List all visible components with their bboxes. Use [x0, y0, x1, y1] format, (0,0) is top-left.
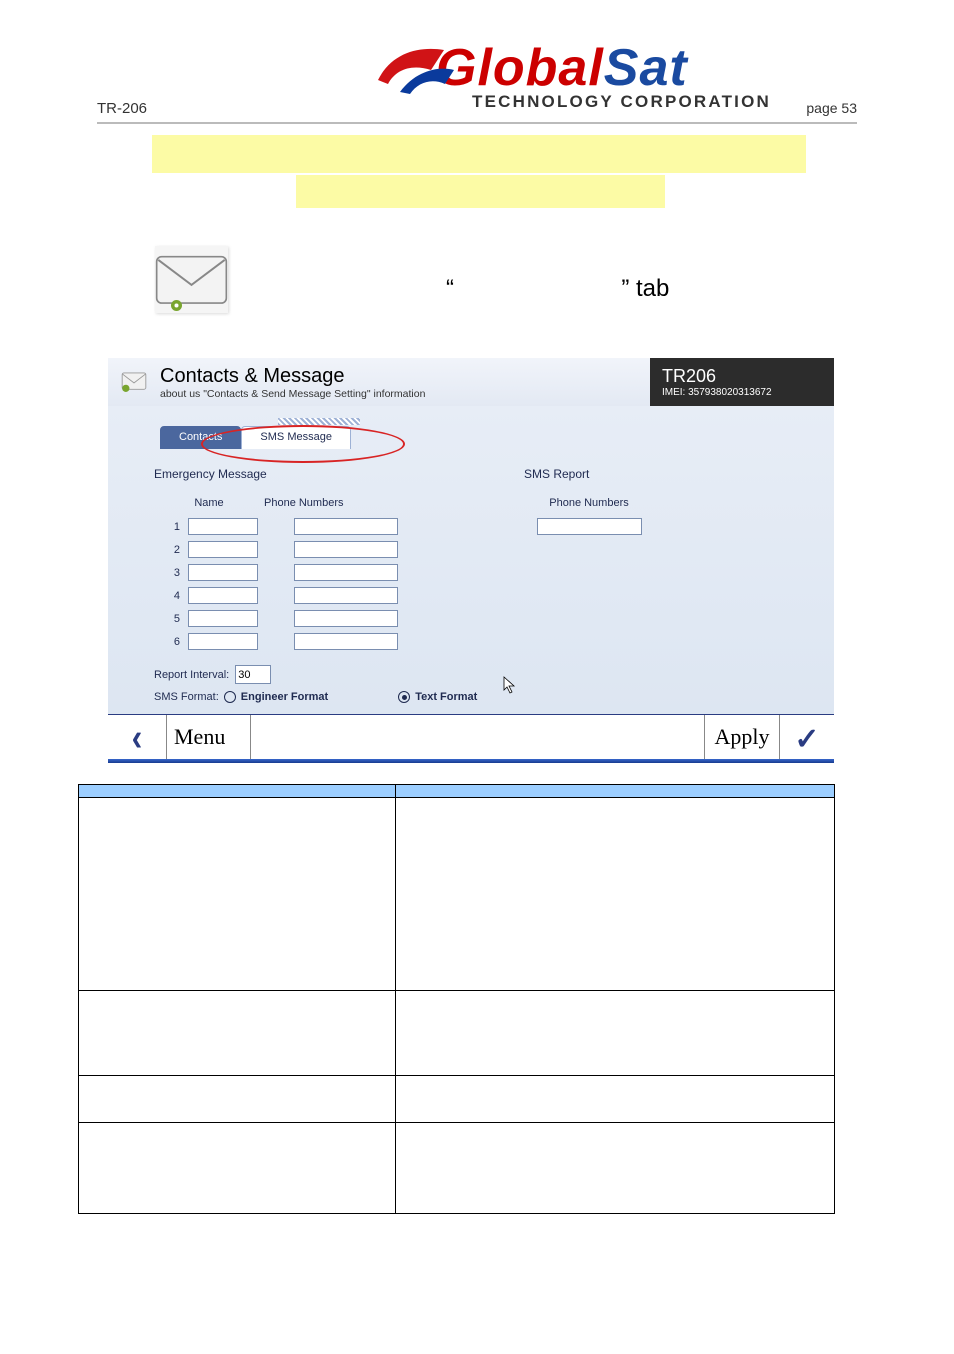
contact-row: 5	[154, 607, 514, 630]
engineer-format-label: Engineer Format	[241, 691, 328, 703]
brand-right-text: Sat	[604, 39, 688, 97]
device-name-label: TR206	[662, 366, 834, 387]
phone-input[interactable]	[294, 610, 398, 627]
contact-rows: 1 2 3	[154, 515, 514, 653]
report-interval-label: Report Interval:	[154, 669, 229, 681]
footer-accent-bar	[108, 759, 834, 763]
name-input[interactable]	[188, 633, 258, 650]
row-number: 1	[154, 521, 180, 533]
contact-row: 6	[154, 630, 514, 653]
highlight-bar	[296, 175, 665, 208]
table-cell	[396, 1123, 835, 1214]
contact-row: 4	[154, 584, 514, 607]
table-cell	[79, 1076, 396, 1123]
tab-hint-text: “ ” tab	[446, 275, 669, 303]
sms-report-phone-input[interactable]	[537, 518, 642, 535]
contact-row: 1	[154, 515, 514, 538]
confirm-button[interactable]: ✓	[780, 715, 834, 759]
phone-input[interactable]	[294, 564, 398, 581]
gear-icon	[169, 298, 184, 313]
table-row	[79, 991, 835, 1076]
screenshot-title: Contacts & Message	[160, 365, 650, 388]
phone-input[interactable]	[294, 541, 398, 558]
sms-report-title: SMS Report	[524, 467, 788, 481]
table-cell	[396, 1076, 835, 1123]
sms-format-label: SMS Format:	[154, 691, 219, 703]
emergency-message-title: Emergency Message	[154, 467, 514, 481]
brand-logo: GlobalSat TECHNOLOGY CORPORATION	[436, 38, 836, 116]
row-number: 3	[154, 567, 180, 579]
config-screenshot: Contacts & Message about us "Contacts & …	[108, 358, 834, 774]
chevron-left-icon: ‹	[132, 715, 143, 759]
screenshot-footer: ‹ Menu Apply ✓	[108, 714, 834, 759]
device-model: TR-206	[97, 100, 147, 117]
radio-engineer-format[interactable]	[224, 691, 236, 703]
screenshot-header: Contacts & Message about us "Contacts & …	[108, 358, 834, 406]
radio-text-format[interactable]	[398, 691, 410, 703]
phone-input[interactable]	[294, 518, 398, 535]
swoosh-icon	[374, 40, 456, 104]
contact-row: 2	[154, 538, 514, 561]
header-rule	[97, 122, 857, 124]
row-number: 2	[154, 544, 180, 556]
report-interval-row: Report Interval:	[154, 665, 514, 684]
brand-sub-text: TECHNOLOGY CORPORATION	[472, 92, 836, 112]
table-row	[79, 798, 835, 991]
brand-left-text: Global	[436, 39, 604, 97]
name-input[interactable]	[188, 610, 258, 627]
table-header-cell	[79, 785, 396, 798]
back-button[interactable]: ‹	[108, 715, 166, 759]
imei-label: IMEI: 357938020313672	[662, 387, 834, 398]
table-row	[79, 1123, 835, 1214]
check-icon: ✓	[794, 722, 819, 757]
row-number: 5	[154, 613, 180, 625]
hatch-decoration	[278, 418, 360, 425]
screenshot-subtitle: about us "Contacts & Send Message Settin…	[160, 388, 650, 400]
report-interval-input[interactable]	[235, 665, 271, 684]
phone-input[interactable]	[294, 633, 398, 650]
tab-sms-message[interactable]: SMS Message	[241, 426, 351, 449]
col-header-phone: Phone Numbers	[264, 497, 464, 509]
name-input[interactable]	[188, 587, 258, 604]
table-cell	[396, 991, 835, 1076]
contact-row: 3	[154, 561, 514, 584]
mouse-cursor-icon	[502, 676, 518, 694]
col-header-name: Name	[154, 497, 264, 509]
apply-button[interactable]: Apply	[704, 715, 780, 759]
name-input[interactable]	[188, 518, 258, 535]
table-header-cell	[396, 785, 835, 798]
row-number: 6	[154, 636, 180, 648]
tab-contacts[interactable]: Contacts	[160, 426, 241, 449]
name-input[interactable]	[188, 541, 258, 558]
row-number: 4	[154, 590, 180, 602]
col-header-phone-right: Phone Numbers	[524, 497, 654, 509]
menu-button[interactable]: Menu	[166, 715, 251, 759]
table-cell	[79, 1123, 396, 1214]
table-row	[79, 1076, 835, 1123]
table-header-row	[79, 785, 835, 798]
description-table	[78, 784, 835, 1214]
highlight-bar	[152, 135, 806, 173]
page-number: page 53	[806, 100, 857, 116]
text-format-label: Text Format	[415, 691, 477, 703]
table-cell	[396, 798, 835, 991]
table-cell	[79, 798, 396, 991]
name-input[interactable]	[188, 564, 258, 581]
device-id-box: TR206 IMEI: 357938020313672	[650, 358, 834, 406]
table-cell	[79, 991, 396, 1076]
phone-input[interactable]	[294, 587, 398, 604]
envelope-icon	[155, 246, 228, 313]
tab-row: Contacts SMS Message	[160, 426, 788, 449]
sms-format-row: SMS Format: Engineer Format Text Format	[154, 691, 514, 703]
envelope-gear-icon	[108, 372, 160, 392]
